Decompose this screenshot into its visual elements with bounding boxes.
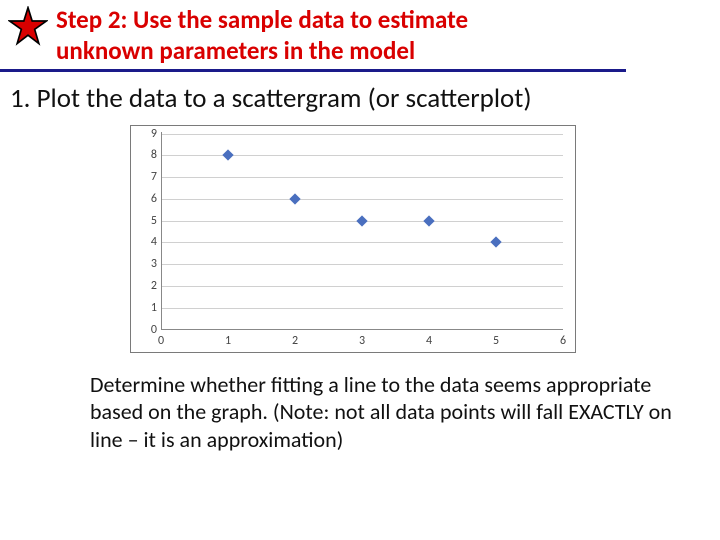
- y-tick-label: 7: [139, 170, 157, 184]
- step-header: Step 2: Use the sample data to estimate …: [0, 0, 626, 72]
- x-tick-label: 1: [225, 334, 231, 348]
- x-tick-label: 4: [426, 334, 432, 348]
- data-point: [423, 215, 434, 226]
- gridline: [161, 134, 563, 135]
- y-tick-label: 5: [139, 214, 157, 228]
- title-line-1: Step 2: Use the sample data to estimate: [56, 4, 468, 35]
- y-tick-label: 0: [139, 323, 157, 337]
- y-axis: [161, 132, 162, 330]
- gridline: [161, 308, 563, 309]
- step-title: Step 2: Use the sample data to estimate …: [56, 4, 468, 67]
- caption-text: Determine whether fitting a line to the …: [0, 353, 720, 464]
- data-point: [490, 237, 501, 248]
- y-tick-label: 8: [139, 148, 157, 162]
- data-point: [289, 193, 300, 204]
- gridline: [161, 155, 563, 156]
- list-item-1: 1. Plot the data to a scattergram (or sc…: [0, 72, 720, 121]
- title-line-2: unknown parameters in the model: [56, 35, 415, 66]
- data-point: [222, 150, 233, 161]
- y-tick-label: 2: [139, 279, 157, 293]
- x-tick-label: 0: [158, 334, 164, 348]
- x-tick-label: 5: [493, 334, 499, 348]
- scatter-chart: 0 1 2 3 4 5 6 7 8 9 0 1 2 3 4 5 6: [130, 125, 576, 353]
- gridline: [161, 199, 563, 200]
- gridline: [161, 264, 563, 265]
- y-tick-label: 3: [139, 257, 157, 271]
- y-tick-label: 9: [139, 127, 157, 141]
- star-icon: [8, 6, 48, 46]
- x-tick-label: 3: [359, 334, 365, 348]
- y-tick-label: 4: [139, 235, 157, 249]
- x-tick-label: 2: [292, 334, 298, 348]
- y-tick-label: 1: [139, 301, 157, 315]
- x-axis: [161, 329, 563, 330]
- y-tick-label: 6: [139, 192, 157, 206]
- gridline: [161, 177, 563, 178]
- data-point: [356, 215, 367, 226]
- x-tick-label: 6: [560, 334, 566, 348]
- gridline: [161, 286, 563, 287]
- gridline: [161, 242, 563, 243]
